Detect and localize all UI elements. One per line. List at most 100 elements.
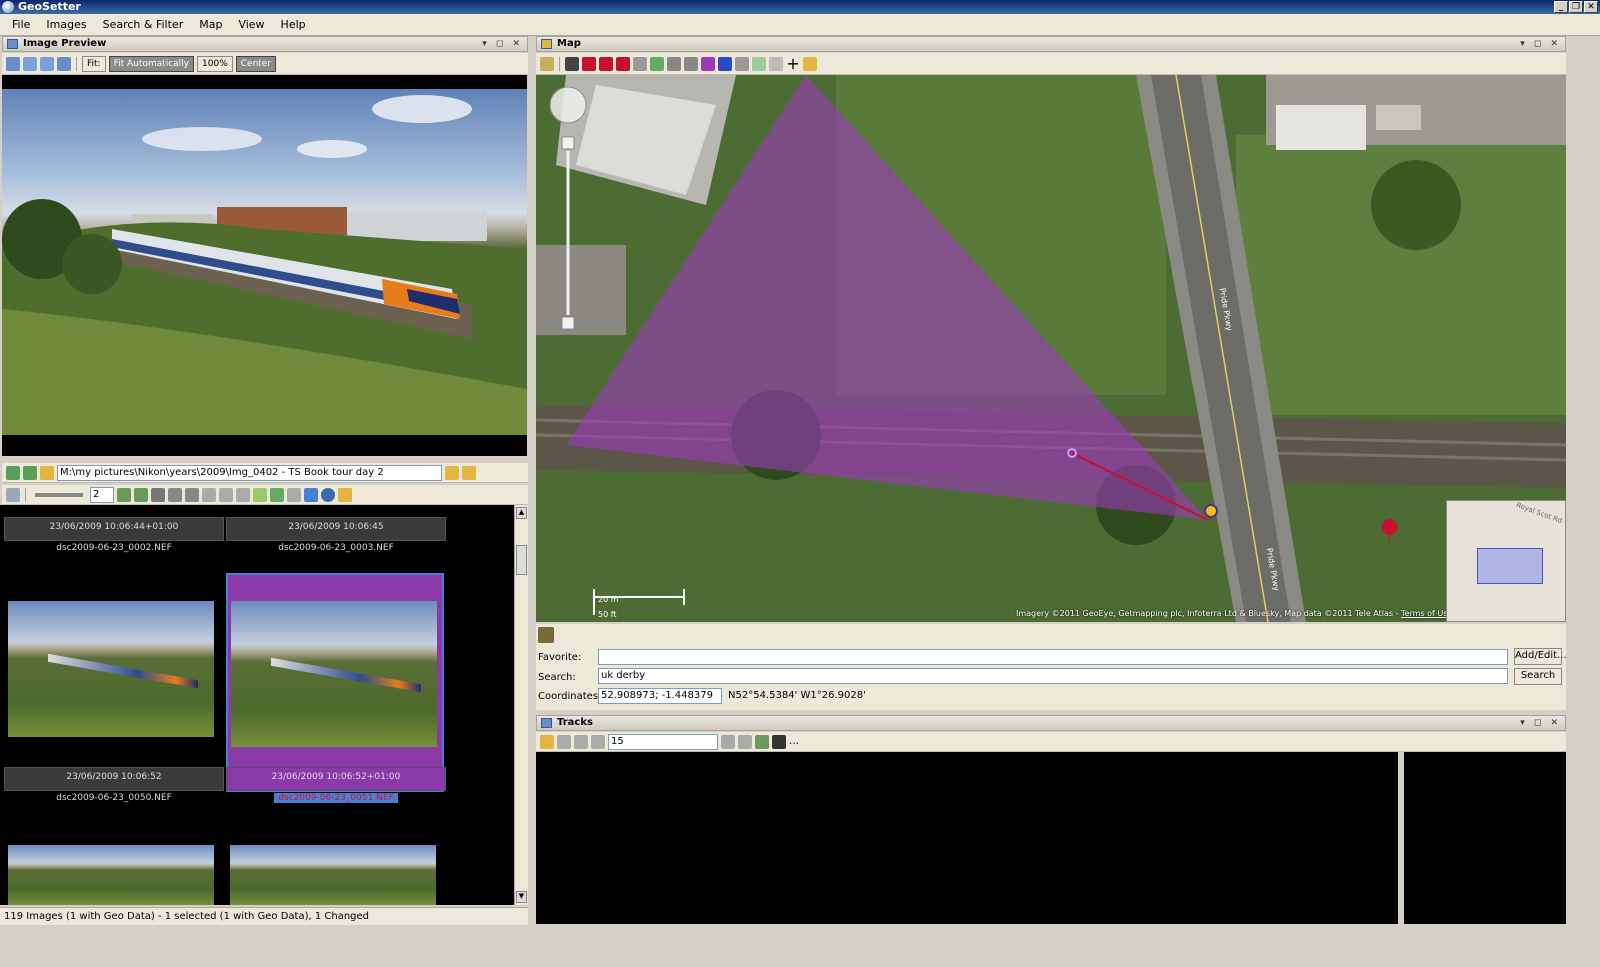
next-image-icon[interactable]	[40, 56, 54, 71]
map-type-icon[interactable]	[540, 56, 554, 71]
remove-position-icon[interactable]	[633, 56, 647, 71]
minimize-button[interactable]: _	[1554, 1, 1568, 13]
grid-scrollbar[interactable]: ▲ ▼	[514, 505, 528, 905]
favorite-star-icon[interactable]	[803, 56, 817, 71]
direction-icon[interactable]	[650, 56, 664, 71]
restore-button[interactable]: ❐	[1569, 1, 1583, 13]
fit-automatically-button[interactable]: Fit Automatically	[108, 55, 195, 72]
folder-path-input[interactable]: M:\my pictures\Nikon\years\2009\Img_0402…	[57, 464, 442, 481]
sync-icon[interactable]	[134, 487, 148, 502]
track-tool-icon[interactable]	[721, 734, 735, 749]
viewcone-icon[interactable]	[701, 56, 715, 71]
zoom-dropdown[interactable]: 100%	[197, 55, 233, 72]
forward-icon[interactable]	[23, 465, 37, 480]
menu-file[interactable]: File	[4, 18, 38, 31]
thumbnail-size-slider[interactable]	[35, 492, 83, 497]
remove-track-icon[interactable]	[574, 734, 588, 749]
terms-of-use-link[interactable]: Terms of Use	[1401, 609, 1452, 618]
thumbnail-image[interactable]	[231, 601, 437, 747]
overview-minimap[interactable]: Royal Scot Rd	[1446, 500, 1566, 622]
image-preview	[2, 75, 527, 456]
tracks-detail[interactable]	[1404, 752, 1566, 924]
menu-search-filter[interactable]: Search & Filter	[95, 18, 192, 31]
thumbnail-image[interactable]	[8, 845, 214, 905]
thumbnail-item[interactable]: 23/06/2009 10:06:52 dsc2009-06-23_0050.N…	[4, 767, 224, 805]
panel-controls[interactable]: ▾ ◻ ✕	[482, 37, 523, 51]
close-button[interactable]: ✕	[1584, 1, 1598, 13]
scroll-down-icon[interactable]: ▼	[516, 891, 527, 903]
map-toolbar: +	[536, 53, 1566, 75]
coordinates-input[interactable]: 52.908973; -1.448379	[598, 688, 722, 704]
marker-dark-icon[interactable]	[565, 56, 579, 71]
copy-icon[interactable]	[202, 487, 216, 502]
crosshair-icon[interactable]: +	[786, 55, 800, 71]
edit-data-icon[interactable]	[236, 487, 250, 502]
tool2-icon[interactable]	[684, 56, 698, 71]
search-button[interactable]: Search	[1514, 668, 1562, 685]
thumbnail-item-selected[interactable]: 23/06/2009 10:06:52+01:00 dsc2009-06-23_…	[226, 767, 446, 805]
panel-controls[interactable]: ▾ ◻ ✕	[1520, 37, 1561, 51]
scroll-up-icon[interactable]: ▲	[516, 507, 527, 519]
timezone-select[interactable]: 15	[608, 733, 718, 750]
pin-icon[interactable]	[616, 56, 630, 71]
search-input[interactable]: uk derby	[598, 668, 1508, 684]
view-mode-icon[interactable]	[6, 487, 20, 502]
add-edit-button[interactable]: Add/Edit...	[1514, 648, 1567, 665]
thumbnail-size-input[interactable]: 2	[90, 486, 114, 503]
thumbnail-item[interactable]: 23/06/2009 10:06:45 dsc2009-06-23_0003.N…	[226, 517, 446, 555]
favorite-select[interactable]	[598, 649, 1508, 665]
screen-icon[interactable]	[769, 56, 783, 71]
fit-dropdown[interactable]: Fit:	[82, 55, 106, 72]
more-options-icon[interactable]: …	[789, 735, 803, 749]
open-track-icon[interactable]	[540, 734, 554, 749]
title-bar: GeoSetter _ ❐ ✕	[0, 0, 1600, 14]
browse-folder-icon[interactable]	[445, 465, 459, 480]
map-view[interactable]: 20 m 50 ft Pride Pkwy Pride Pkwy Imagery…	[536, 75, 1566, 622]
sort-icon[interactable]	[168, 487, 182, 502]
first-image-icon[interactable]	[6, 56, 20, 71]
track-icon[interactable]	[735, 56, 749, 71]
export-icon[interactable]	[338, 487, 352, 502]
edit-pencil-icon[interactable]	[538, 627, 554, 643]
undo-icon[interactable]	[287, 487, 301, 502]
scroll-thumb[interactable]	[516, 545, 527, 575]
app-icon	[2, 1, 14, 13]
thumbnail-item[interactable]: 23/06/2009 10:06:44+01:00 dsc2009-06-23_…	[4, 517, 224, 555]
separator	[559, 56, 560, 71]
thumbnail-image[interactable]	[230, 845, 436, 905]
thumbnail-image[interactable]	[8, 601, 214, 737]
favorites-folder-icon[interactable]	[462, 465, 476, 480]
selected-thumbnail-frame[interactable]	[226, 573, 444, 792]
search-track-icon[interactable]	[591, 734, 605, 749]
track-tool2-icon[interactable]	[738, 734, 752, 749]
select-icon[interactable]	[185, 487, 199, 502]
tool-icon[interactable]	[667, 56, 681, 71]
geo-icon[interactable]	[253, 487, 267, 502]
paste-icon[interactable]	[219, 487, 233, 502]
menu-images[interactable]: Images	[38, 18, 94, 31]
menu-view[interactable]: View	[230, 18, 272, 31]
panel-controls[interactable]: ▾ ◻ ✕	[1520, 716, 1561, 730]
previous-image-icon[interactable]	[23, 56, 37, 71]
forward-arrow-icon[interactable]	[752, 56, 766, 71]
save-track-icon[interactable]	[557, 734, 571, 749]
save-icon[interactable]	[304, 487, 318, 502]
filter-icon[interactable]	[151, 487, 165, 502]
arrow-left-icon[interactable]	[718, 56, 732, 71]
center-button[interactable]: Center	[235, 55, 277, 72]
refresh-icon[interactable]	[117, 487, 131, 502]
globe-icon[interactable]	[321, 487, 335, 502]
back-icon[interactable]	[6, 465, 20, 480]
marker-icon[interactable]	[599, 56, 613, 71]
track-view-icon[interactable]	[772, 734, 786, 749]
minimap-viewport[interactable]	[1477, 548, 1543, 584]
menu-map[interactable]: Map	[191, 18, 230, 31]
tracks-list[interactable]	[536, 752, 1398, 924]
tag-icon[interactable]	[270, 487, 284, 502]
satellite-map[interactable]	[536, 75, 1566, 622]
menu-help[interactable]: Help	[273, 18, 314, 31]
last-image-icon[interactable]	[57, 56, 71, 71]
sync-track-icon[interactable]	[755, 734, 769, 749]
set-position-icon[interactable]	[582, 56, 596, 71]
preview-panel-icon	[7, 39, 18, 49]
